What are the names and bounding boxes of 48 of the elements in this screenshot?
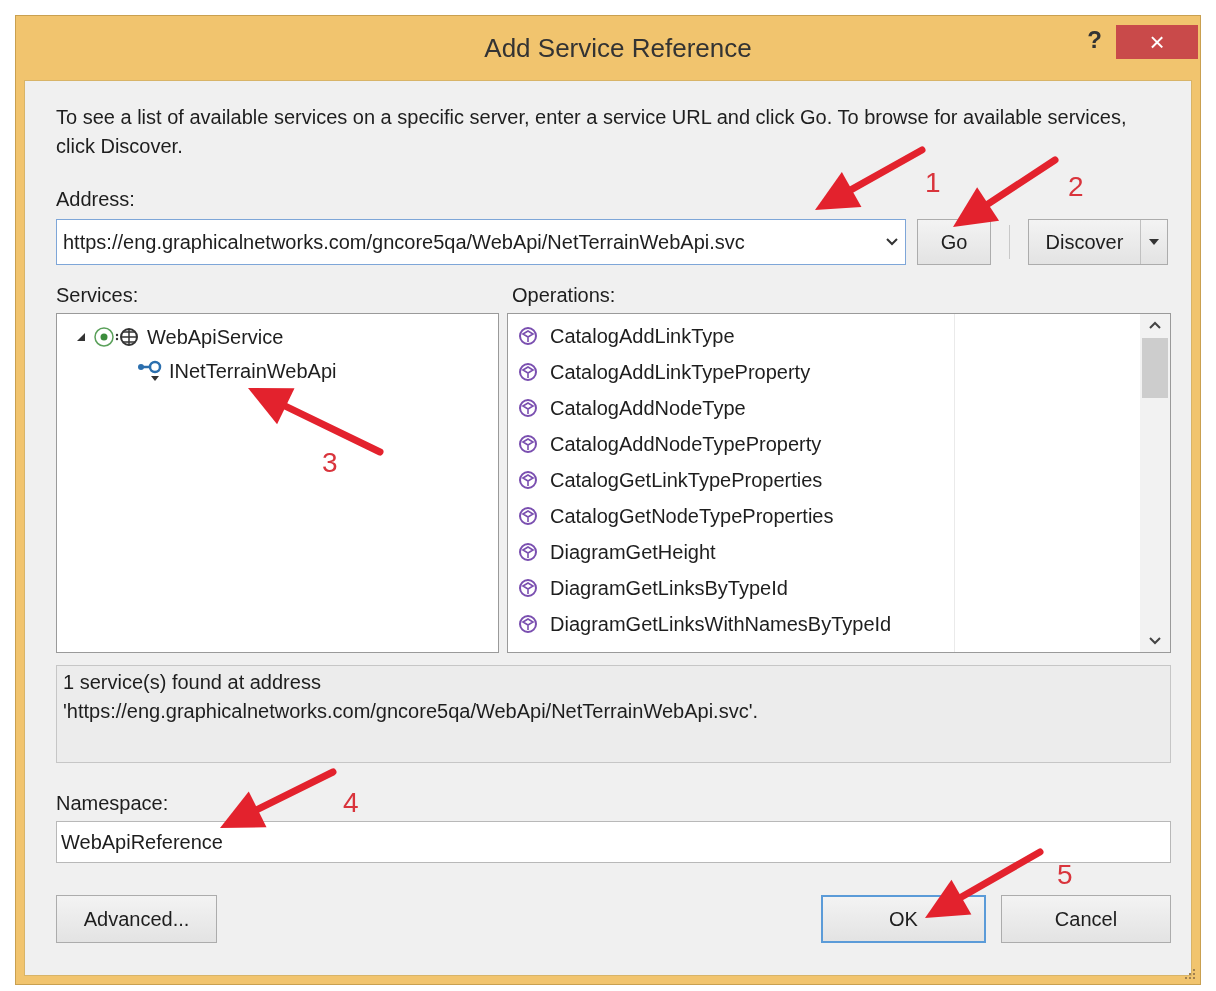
annotation-number: 4 (343, 787, 359, 818)
method-icon (518, 470, 538, 490)
tree-item[interactable]: INetTerrainWebApi (169, 359, 337, 383)
caret-icon (1149, 239, 1159, 245)
operation-item[interactable]: DiagramGetLinksWithNamesByTypeId (550, 612, 892, 636)
instructions-text: To see a list of available services on a specific server, enter a service URL and click Go. To browse for available services, click Discover. (56, 105, 1128, 159)
method-icon (518, 362, 538, 382)
discover-button[interactable]: Discover (1028, 219, 1168, 265)
operation-item[interactable]: DiagramGetHeight (550, 540, 716, 564)
scrollbar[interactable] (1140, 314, 1170, 652)
method-icon (518, 614, 538, 634)
method-icon (518, 542, 538, 562)
annotation-number: 1 (925, 167, 941, 198)
method-icon (518, 326, 538, 346)
interface-icon (137, 359, 163, 383)
method-icon (518, 506, 538, 526)
status-message: 1 service(s) found at address 'https://eng.graphicalnetworks.com/gncore5qa/WebApi/NetTerrainWebApi.svc'. (56, 665, 1171, 763)
operation-item[interactable]: CatalogAddLinkTypeProperty (550, 360, 811, 384)
dropdown-caret-icon (885, 237, 899, 247)
operation-item[interactable]: CatalogAddLinkType (550, 324, 735, 348)
cancel-button[interactable]: Cancel (1001, 895, 1171, 943)
help-button[interactable]: ? (1087, 26, 1102, 54)
address-label: Address: (56, 187, 135, 212)
method-icon (518, 398, 538, 418)
operation-item[interactable]: CatalogAddNodeTypeProperty (550, 432, 822, 456)
operation-item[interactable]: CatalogGetNodeTypeProperties (550, 504, 834, 528)
method-icon (518, 434, 538, 454)
resize-grip-icon[interactable] (1184, 968, 1196, 980)
operations-label: Operations: (512, 283, 616, 308)
method-icon (518, 578, 538, 598)
operation-item[interactable]: CatalogAddNodeType (550, 396, 746, 420)
expand-toggle-icon[interactable] (75, 331, 87, 343)
operation-item[interactable]: CatalogGetLinkTypeProperties (550, 468, 823, 492)
annotation-number: 2 (1068, 171, 1084, 202)
namespace-field[interactable]: WebApiReference (56, 821, 1171, 863)
operation-item[interactable]: DiagramGetLinksByTypeId (550, 576, 788, 600)
annotation-number: 3 (322, 447, 338, 478)
close-button[interactable]: × (1116, 25, 1198, 59)
advanced-button[interactable]: Advanced... (56, 895, 217, 943)
scrollbar-thumb[interactable] (1142, 338, 1168, 398)
window-title: Add Service Reference (484, 32, 752, 63)
service-icon (93, 325, 141, 349)
namespace-label: Namespace: (56, 791, 169, 816)
ok-button[interactable]: OK (821, 895, 986, 943)
address-combobox[interactable]: https://eng.graphicalnetworks.com/gncore5qa/WebApi/NetTerrainWebApi.svc (56, 219, 906, 265)
tree-item[interactable]: WebApiService (147, 325, 284, 349)
go-button[interactable]: Go (917, 219, 991, 265)
services-label: Services: (56, 283, 140, 308)
